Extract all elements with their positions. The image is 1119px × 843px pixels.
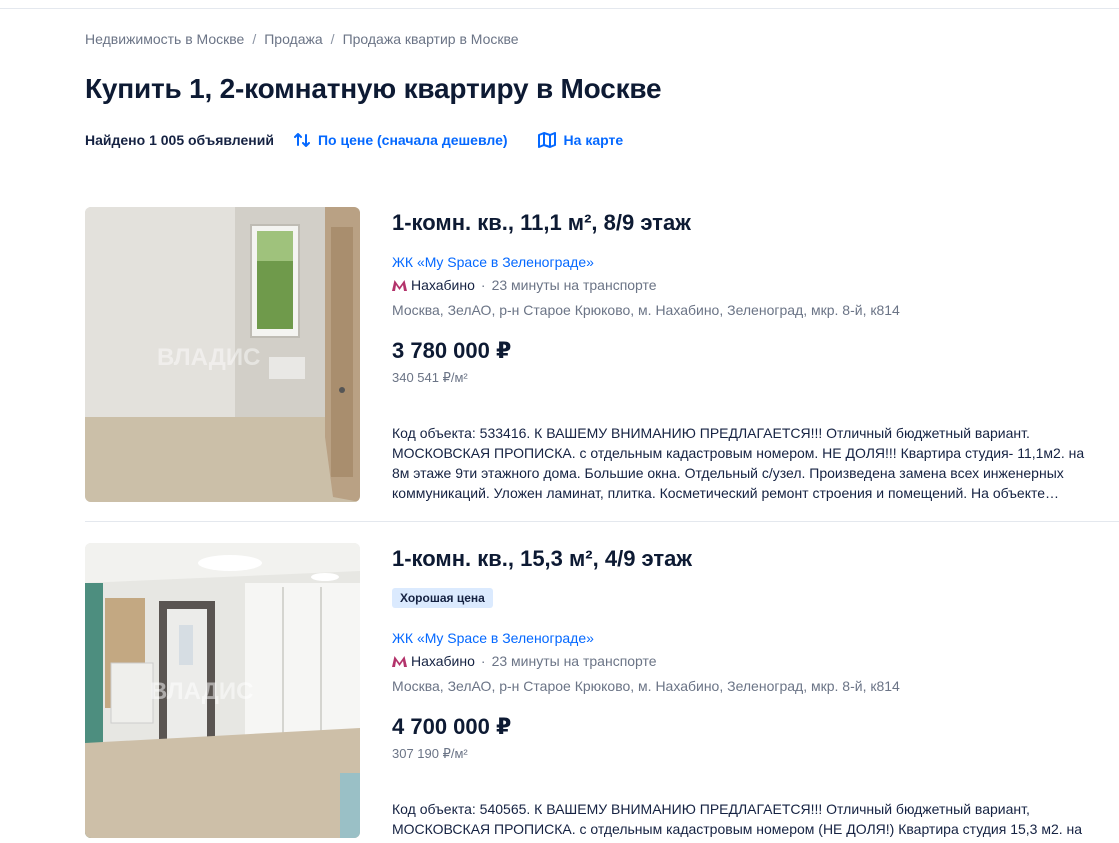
breadcrumb-item-realty[interactable]: Недвижимость в Москве (85, 31, 244, 47)
price-per-meter: 307 190 ₽/м² (392, 746, 468, 761)
listing-price: 4 700 000 ₽ (392, 714, 512, 739)
metro-time: 23 минуты на транспорте (491, 277, 657, 293)
breadcrumb-separator: / (330, 31, 335, 47)
metro-station[interactable]: Нахабино (411, 277, 475, 293)
metro-station[interactable]: Нахабино (411, 653, 475, 669)
listing-photo[interactable]: ВЛАДИС (85, 543, 360, 838)
listing-card[interactable]: ВЛАДИС 1-комн. кв., 15,3 м², 4/9 этаж Хо… (85, 543, 1119, 843)
listing-title[interactable]: 1-комн. кв., 15,3 м², 4/9 этаж (392, 546, 692, 572)
listing-description: Код объекта: 540565. К ВАШЕМУ ВНИМАНИЮ П… (392, 801, 1083, 837)
breadcrumb-item-sale[interactable]: Продажа (264, 31, 322, 47)
sort-icon (293, 133, 310, 147)
page-title: Купить 1, 2-комнатную квартиру в Москве (85, 73, 662, 104)
listing-address[interactable]: Москва, ЗелАО, р-н Старое Крюково, м. На… (392, 678, 900, 694)
separator-dot: · (480, 277, 486, 293)
separator-dot: · (480, 653, 486, 669)
metro-icon (392, 279, 407, 291)
listing-description: Код объекта: 533416. К ВАШЕМУ ВНИМАНИЮ П… (392, 425, 1085, 501)
metro-icon (392, 655, 407, 667)
price-per-meter: 340 541 ₽/м² (392, 370, 468, 385)
listing-title[interactable]: 1-комн. кв., 11,1 м², 8/9 этаж (392, 210, 691, 236)
header-divider (0, 8, 1119, 9)
map-icon (537, 132, 556, 148)
metro-time: 23 минуты на транспорте (491, 653, 657, 669)
listing-photo[interactable]: ВЛАДИС (85, 207, 360, 502)
metro-info: Нахабино · 23 минуты на транспорте (392, 277, 657, 293)
listing-price: 3 780 000 ₽ (392, 338, 512, 363)
breadcrumb-separator: / (252, 31, 257, 47)
metro-info: Нахабино · 23 минуты на транспорте (392, 653, 657, 669)
results-count: Найдено 1 005 объявлений (85, 132, 274, 148)
sort-label: По цене (сначала дешевле) (317, 132, 508, 148)
listing-address[interactable]: Москва, ЗелАО, р-н Старое Крюково, м. На… (392, 302, 900, 318)
results-toolbar: Найдено 1 005 объявлений По цене (сначал… (85, 130, 623, 150)
map-label: На карте (563, 132, 624, 148)
map-button[interactable]: На карте (537, 132, 624, 148)
breadcrumb: Недвижимость в Москве / Продажа / Продаж… (85, 31, 519, 47)
good-price-badge: Хорошая цена (392, 588, 493, 608)
complex-link[interactable]: ЖК «My Space в Зеленограде» (392, 630, 594, 646)
listing-card[interactable]: ВЛАДИС 1-комн. кв., 11,1 м², 8/9 этаж ЖК… (85, 207, 1119, 522)
sort-button[interactable]: По цене (сначала дешевле) (293, 132, 508, 148)
breadcrumb-item-flats-sale[interactable]: Продажа квартир в Москве (343, 31, 519, 47)
complex-link[interactable]: ЖК «My Space в Зеленограде» (392, 254, 594, 270)
photo-watermark: ВЛАДИС (150, 678, 253, 705)
photo-watermark: ВЛАДИС (157, 344, 260, 371)
